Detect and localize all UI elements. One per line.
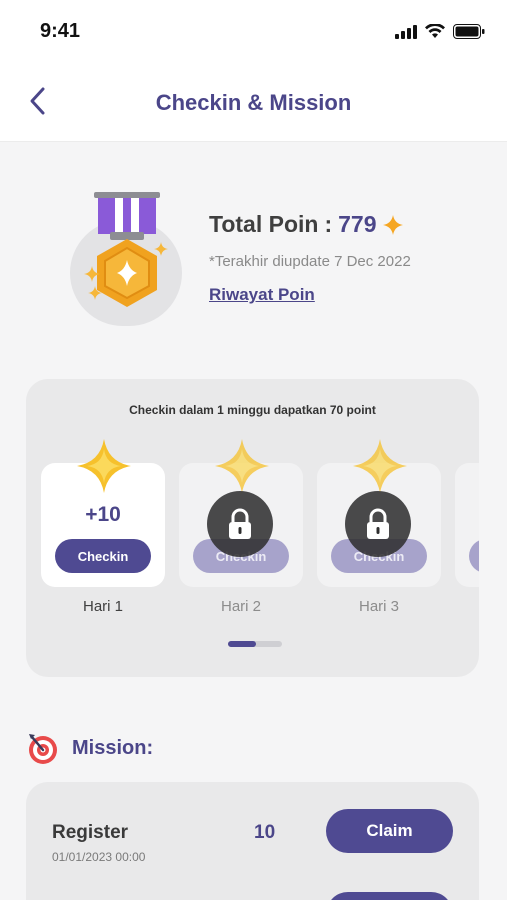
checkin-day-label: Hari 2 <box>220 598 261 615</box>
mission-title: Mission: <box>72 736 154 759</box>
checkin-caption: Checkin dalam 1 minggu dapatkan 70 point <box>129 403 376 417</box>
total-points-label: Total Poin <box>209 211 319 237</box>
medal-icon <box>94 192 160 307</box>
checkin-button[interactable]: Checkin <box>55 539 151 573</box>
sparkle-icon <box>88 286 102 300</box>
star-icon <box>215 439 269 493</box>
checkin-day-label: Hari 1 <box>82 598 123 615</box>
status-icons <box>395 24 485 39</box>
sparkle-icon <box>84 266 100 282</box>
lock-icon <box>367 508 389 539</box>
checkin-day-points: +10 <box>85 503 121 526</box>
claim-button[interactable]: Claim <box>326 809 453 853</box>
checkin-button-locked <box>469 539 479 573</box>
lock-icon <box>229 508 251 539</box>
mission-heading: Mission: <box>26 731 153 765</box>
total-points: Total Poin : 779 <box>209 211 403 238</box>
star-icon <box>353 439 407 493</box>
claim-button[interactable] <box>326 892 453 900</box>
medal-badge <box>70 190 182 326</box>
mission-card: Register 01/01/2023 00:00 10 Claim <box>26 782 479 900</box>
wifi-icon <box>425 24 445 38</box>
star-icon <box>77 439 131 493</box>
lock-badge <box>345 491 411 557</box>
page-title: Checkin & Mission <box>155 90 352 115</box>
sparkle-icon <box>154 242 168 256</box>
points-history-link[interactable]: Riwayat Poin <box>209 285 315 305</box>
mission-points: 10 <box>254 822 276 843</box>
checkin-day-3: Checkin <box>317 439 441 587</box>
target-icon <box>29 734 57 764</box>
battery-icon <box>453 24 485 39</box>
mission-date: 01/01/2023 00:00 <box>52 850 146 864</box>
carousel-pager[interactable] <box>228 641 282 647</box>
star-icon <box>382 214 403 235</box>
signal-icon <box>395 24 417 39</box>
checkin-card: Checkin dalam 1 minggu dapatkan 70 point… <box>26 379 479 677</box>
carousel-pager-active <box>228 641 256 647</box>
status-bar: 9:41 <box>0 0 507 62</box>
total-points-value: 779 <box>338 211 377 237</box>
total-points-separator: : <box>324 211 333 237</box>
mission-name: Register <box>52 822 129 843</box>
lock-badge <box>207 491 273 557</box>
points-updated-date: *Terakhir diupdate 7 Dec 2022 <box>209 253 411 270</box>
checkin-day-4 <box>455 463 479 587</box>
checkin-day-2: Checkin <box>179 439 303 587</box>
checkin-day-1[interactable]: +10 Checkin <box>41 439 165 587</box>
checkin-day-label: Hari 3 <box>358 598 399 615</box>
app-header: Checkin & Mission <box>0 62 507 142</box>
status-time: 9:41 <box>40 20 81 42</box>
